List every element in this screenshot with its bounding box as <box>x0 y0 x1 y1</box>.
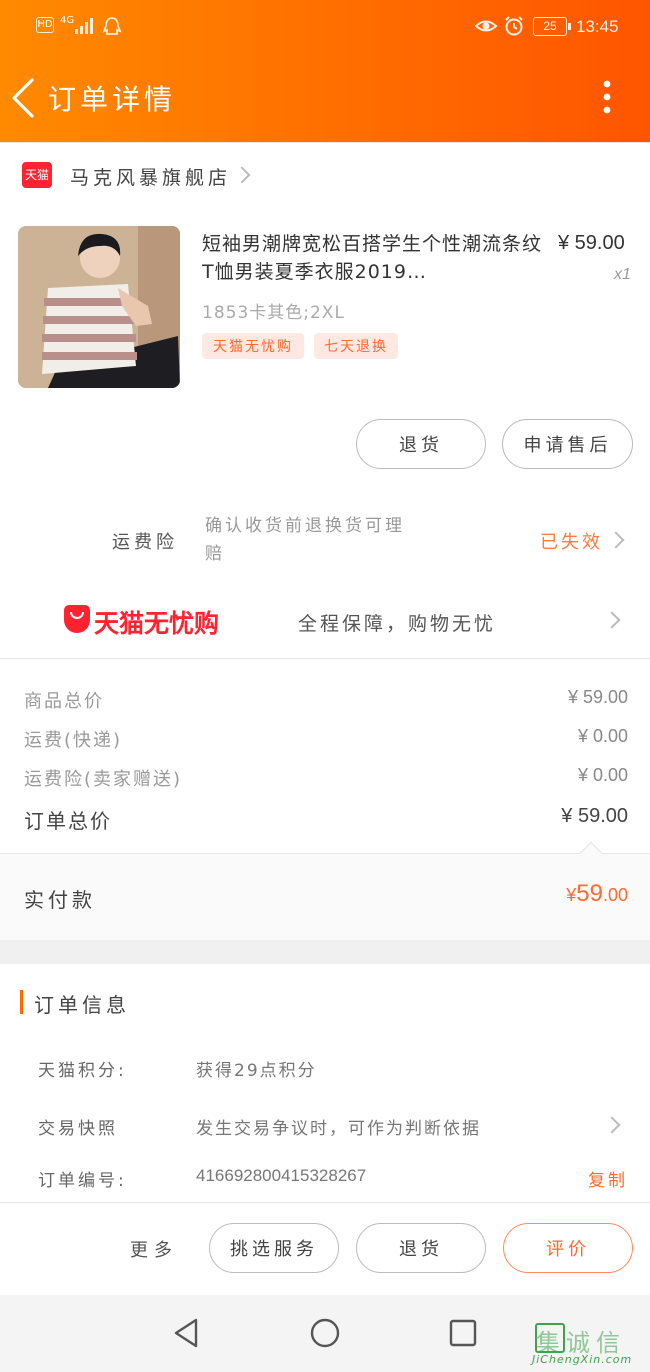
section-gap <box>0 940 650 964</box>
items-total-label: 商品总价 <box>24 691 104 712</box>
more-button[interactable]: 更多 <box>130 1236 178 1262</box>
guarantee-text: 全程保障，购物无忧 <box>298 613 497 635</box>
battery-icon: 25 <box>533 17 571 36</box>
guarantee-row[interactable]: 天猫无忧购 全程保障，购物无忧 <box>0 590 650 652</box>
product-sku: 1853卡其色;2XL <box>202 303 345 323</box>
points-value: 获得29点积分 <box>196 1061 317 1081</box>
alarm-icon <box>505 16 523 36</box>
tag-worry-free: 天猫无忧购 <box>202 333 304 359</box>
store-chevron-icon <box>233 166 251 184</box>
bottom-divider <box>0 1202 650 1203</box>
tmall-badge-icon: 天猫 <box>22 162 52 188</box>
guarantee-brand: 天猫无忧购 <box>94 609 220 638</box>
store-name: 马克风暴旗舰店 <box>70 167 232 189</box>
paid-section: 实付款 ¥59.00 <box>0 841 650 940</box>
nav-recents-icon[interactable] <box>449 1319 477 1347</box>
eye-icon <box>474 20 498 32</box>
order-total-label: 订单总价 <box>24 809 112 833</box>
notch-pointer <box>579 841 603 865</box>
shipping-fee-value: ¥ 0.00 <box>577 726 628 746</box>
copy-button[interactable]: 复制 <box>588 1166 628 1191</box>
after-sale-button[interactable]: 申请售后 <box>502 419 633 469</box>
product-qty: x1 <box>614 266 631 283</box>
points-label: 天猫积分: <box>38 1061 127 1081</box>
order-total-value: ¥ 59.00 <box>561 805 628 827</box>
signal-type: 4G <box>60 15 75 26</box>
product-image <box>18 226 180 388</box>
select-service-button[interactable]: 挑选服务 <box>209 1223 339 1273</box>
items-total-value: ¥ 59.00 <box>567 687 628 707</box>
insurance-fee-label: 运费险(卖家赠送) <box>24 769 183 790</box>
guarantee-chevron-icon <box>603 611 621 629</box>
paid-currency: ¥ <box>566 885 577 905</box>
watermark-url: JiChengXin.com <box>532 1353 633 1366</box>
insurance-fee-value: ¥ 0.00 <box>577 765 628 785</box>
snapshot-label: 交易快照 <box>38 1119 118 1139</box>
shipping-fee-label: 运费(快递) <box>24 730 123 751</box>
hd-icon: HD <box>36 17 54 33</box>
order-number-label: 订单编号: <box>38 1171 127 1191</box>
paid-amount: ¥59.00 <box>566 880 628 908</box>
tmall-badge-label: 天猫 <box>24 168 49 182</box>
more-menu-button[interactable] <box>596 78 618 118</box>
back-arrow-icon <box>12 78 34 118</box>
clock: 13:45 <box>576 17 619 36</box>
vertical-dots-icon <box>603 80 611 114</box>
system-nav-bar: 集诚信 JiChengXin.com <box>0 1295 650 1372</box>
product-price: ¥ 59.00 <box>558 232 625 254</box>
order-info-title: 订单信息 <box>34 993 130 1017</box>
order-info-accent-bar <box>20 990 23 1014</box>
shipping-insurance-status: 已失效 <box>540 532 603 553</box>
bottom-refund-button[interactable]: 退货 <box>356 1223 486 1273</box>
review-button[interactable]: 评价 <box>503 1223 633 1273</box>
guarantee-divider <box>0 658 650 659</box>
shipping-insurance-desc: 确认收货前退换货可理赔 <box>205 516 405 564</box>
shipping-insurance-row[interactable]: 运费险 确认收货前退换货可理赔 已失效 <box>0 500 650 580</box>
refund-button[interactable]: 退货 <box>356 419 486 469</box>
paid-label: 实付款 <box>24 888 96 912</box>
product-title: 短袖男潮牌宽松百搭学生个性潮流条纹T恤男装夏季衣服2019… <box>202 233 542 283</box>
paid-integer: 59 <box>576 880 603 907</box>
nav-back-icon[interactable] <box>172 1317 200 1349</box>
network-type: HD <box>37 19 53 30</box>
paid-decimal: .00 <box>602 885 628 905</box>
store-row[interactable]: 天猫 马克风暴旗舰店 <box>0 142 650 210</box>
product-item[interactable]: 短袖男潮牌宽松百搭学生个性潮流条纹T恤男装夏季衣服2019… ¥ 59.00 x… <box>0 210 650 400</box>
qq-icon <box>102 17 122 35</box>
signal-icon: 4G <box>60 15 96 37</box>
watermark: 集诚信 JiChengXin.com <box>532 1321 648 1371</box>
back-button[interactable] <box>8 76 42 120</box>
shipping-insurance-label: 运费险 <box>112 532 178 553</box>
order-number-value: 416692800415328267 <box>196 1166 367 1185</box>
tmall-shield-icon <box>64 605 90 633</box>
snapshot-value: 发生交易争议时，可作为判断依据 <box>196 1119 481 1139</box>
nav-home-icon[interactable] <box>310 1318 340 1348</box>
battery-level: 25 <box>543 19 557 33</box>
shipping-chevron-icon <box>607 531 625 549</box>
tag-seven-day-return: 七天退换 <box>314 333 398 359</box>
header-bar: HD 4G 25 13:45 订单详情 <box>0 0 650 142</box>
page-title: 订单详情 <box>48 83 177 116</box>
status-bar: HD 4G 25 13:45 <box>0 0 650 56</box>
store-divider <box>0 142 650 143</box>
